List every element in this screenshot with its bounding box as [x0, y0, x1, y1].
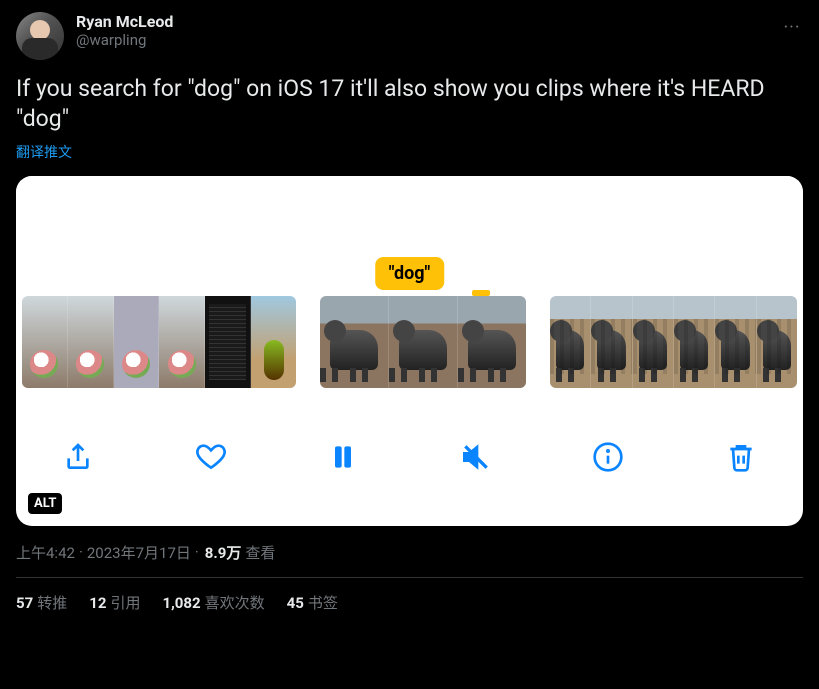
views-label: 查看 — [245, 542, 275, 563]
heart-icon — [195, 441, 227, 473]
filmstrip[interactable] — [16, 296, 803, 388]
stats-row: 57转推 12引用 1,082喜欢次数 45书签 — [16, 592, 803, 613]
clip-frame — [715, 296, 756, 388]
clip-frame — [389, 296, 458, 388]
clip-frame — [159, 296, 205, 388]
clip-frame — [205, 296, 251, 388]
info-icon — [592, 441, 624, 473]
tweet-container: ··· Ryan McLeod @warpling If you search … — [0, 0, 819, 625]
clip-frame — [22, 296, 68, 388]
retweets-stat[interactable]: 57转推 — [16, 592, 67, 613]
likes-stat[interactable]: 1,082喜欢次数 — [162, 592, 264, 613]
search-tag-label: "dog" — [375, 257, 445, 290]
mute-icon — [460, 441, 492, 473]
ellipsis-icon: ··· — [783, 17, 800, 38]
clip-frame — [114, 296, 160, 388]
alt-badge[interactable]: ALT — [28, 493, 62, 514]
bookmarks-stat[interactable]: 45书签 — [287, 592, 338, 613]
clip-frame — [633, 296, 674, 388]
meta-row: 上午4:42 · 2023年7月17日 · 8.9万 查看 — [16, 542, 803, 578]
pause-button[interactable] — [321, 435, 365, 479]
trash-icon — [725, 441, 757, 473]
clip-frame — [251, 296, 296, 388]
clip-frame — [458, 296, 526, 388]
share-button[interactable] — [56, 435, 100, 479]
clip-group[interactable] — [320, 296, 526, 388]
views-count: 8.9万 — [205, 542, 242, 563]
more-options-button[interactable]: ··· — [775, 10, 809, 44]
handle: @warpling — [76, 31, 173, 49]
media-toolbar — [16, 388, 803, 526]
display-name: Ryan McLeod — [76, 12, 173, 31]
tweet-time[interactable]: 上午4:42 — [16, 542, 75, 563]
clip-frame — [320, 296, 389, 388]
tweet-date[interactable]: 2023年7月17日 — [87, 542, 191, 563]
clip-group[interactable] — [22, 296, 296, 388]
media-card[interactable]: "dog" — [16, 176, 803, 526]
clip-frame — [757, 296, 797, 388]
tweet-text: If you search for "dog" on iOS 17 it'll … — [16, 74, 803, 134]
avatar[interactable] — [16, 12, 64, 60]
pause-icon — [327, 441, 359, 473]
translate-link[interactable]: 翻译推文 — [16, 142, 72, 162]
author-block[interactable]: Ryan McLeod @warpling — [76, 12, 173, 49]
clip-frame — [68, 296, 114, 388]
quotes-stat[interactable]: 12引用 — [89, 592, 140, 613]
clip-frame — [550, 296, 591, 388]
media-preview-area: "dog" — [16, 176, 803, 296]
clip-frame — [591, 296, 632, 388]
clip-group[interactable] — [550, 296, 797, 388]
like-button[interactable] — [189, 435, 233, 479]
mute-button[interactable] — [454, 435, 498, 479]
trash-button[interactable] — [719, 435, 763, 479]
info-button[interactable] — [586, 435, 630, 479]
share-icon — [62, 441, 94, 473]
clip-frame — [674, 296, 715, 388]
tweet-header: Ryan McLeod @warpling — [16, 12, 803, 60]
